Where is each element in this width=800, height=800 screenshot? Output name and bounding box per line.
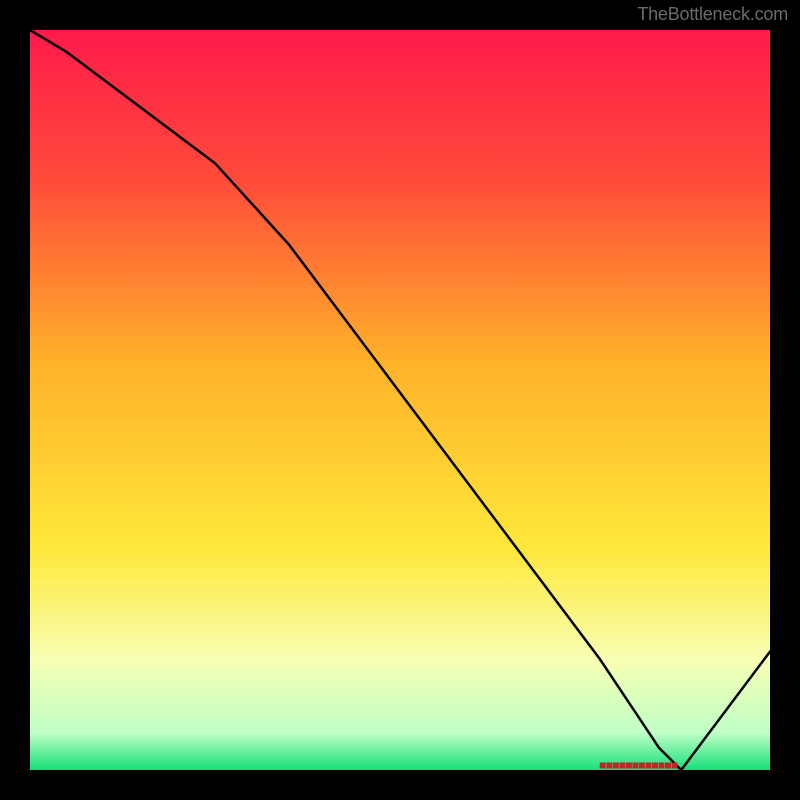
stage: TheBottleneck.com ■■■■■■■■■■■■ [0, 0, 800, 800]
bottleneck-curve [30, 30, 770, 770]
attribution-text: TheBottleneck.com [637, 4, 788, 25]
optimal-range-marker: ■■■■■■■■■■■■ [600, 760, 678, 771]
